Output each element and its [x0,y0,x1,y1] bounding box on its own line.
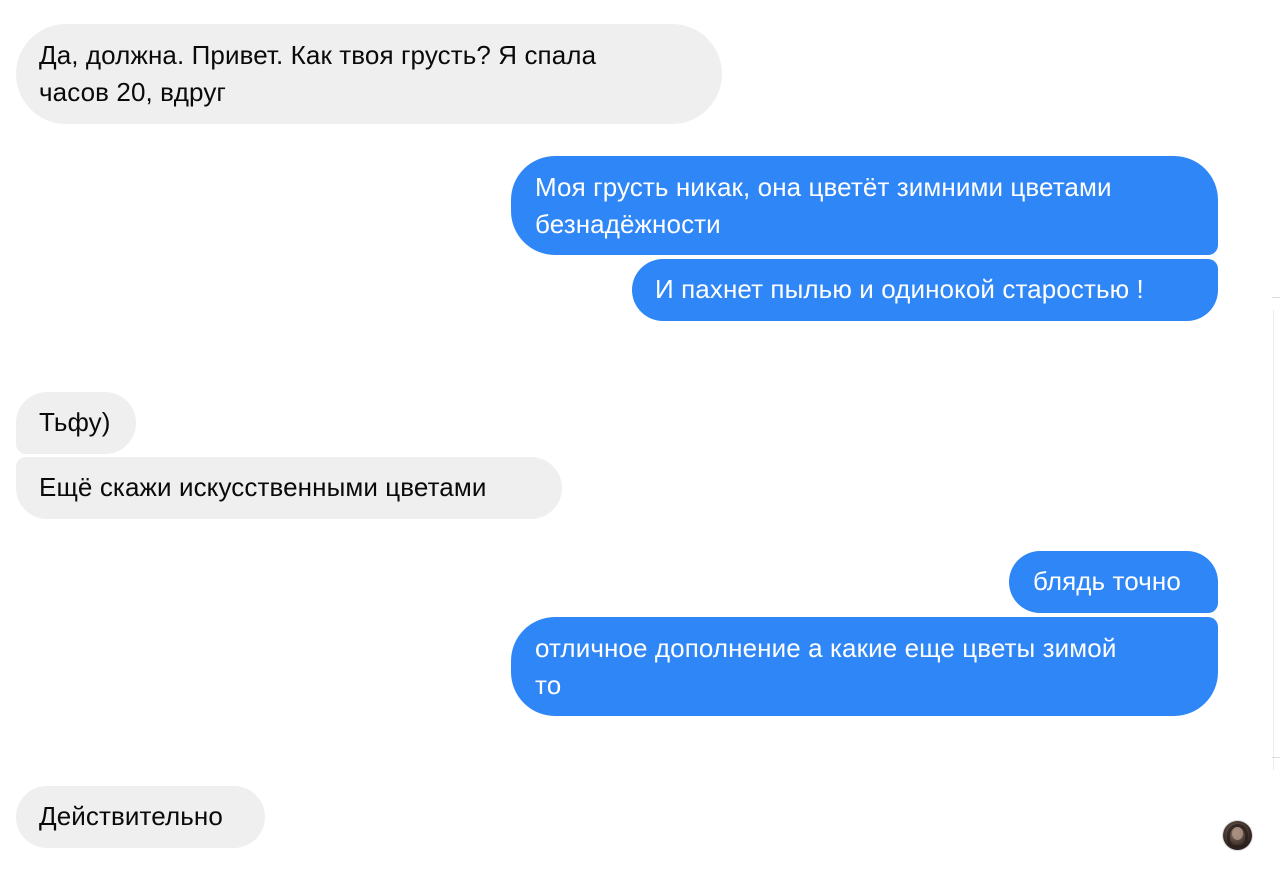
message-text-line: Тьфу) [39,407,111,437]
incoming-message[interactable]: Действительно [16,786,265,848]
incoming-message[interactable]: Ещё скажи искусственными цветами [16,457,562,519]
avatar-icon[interactable] [1223,821,1252,850]
message-text-line: отличное дополнение а какие еще цветы зи… [535,633,1117,663]
avatar-face [1232,827,1243,840]
message-text-line: часов 20, вдруг [39,77,227,107]
incoming-message[interactable]: Тьфу) [16,392,136,454]
message-text-line: И пахнет пылью и одинокой старостью ! [655,274,1144,304]
outgoing-message[interactable]: отличное дополнение а какие еще цветы зи… [511,617,1218,716]
message-text-line: Да, должна. Привет. Как твоя грусть? Я с… [39,40,597,70]
message-text-line: безнадёжности [535,209,721,239]
message-thread: Да, должна. Привет. Как твоя грусть? Я с… [0,0,1280,887]
scrollbar-divider [1272,297,1280,298]
outgoing-message[interactable]: Моя грусть никак, она цветёт зимними цве… [511,156,1218,255]
message-text-line: Ещё скажи искусственными цветами [39,472,487,502]
incoming-message[interactable]: Да, должна. Привет. Как твоя грусть? Я с… [16,24,722,124]
message-text-line: Моя грусть никак, она цветёт зимними цве… [535,172,1112,202]
scrollbar-track[interactable] [1273,310,1274,770]
scrollbar-divider [1272,757,1280,758]
message-text-line: Действительно [39,801,223,831]
outgoing-message[interactable]: блядь точно [1009,551,1218,613]
message-text-line: блядь точно [1033,566,1181,596]
message-text-line: то [535,670,562,700]
outgoing-message[interactable]: И пахнет пылью и одинокой старостью ! [632,259,1218,321]
